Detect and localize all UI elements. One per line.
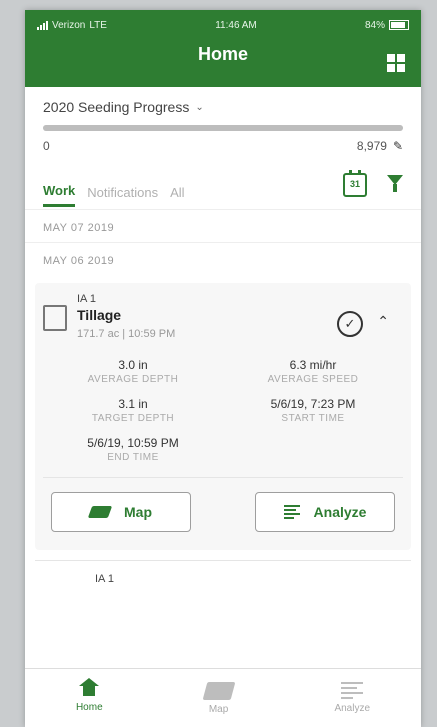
calendar-icon[interactable]: 31 (343, 170, 367, 197)
nav-map[interactable]: Map (202, 681, 235, 715)
map-button[interactable]: Map (51, 492, 191, 532)
phone-screen: Verizon LTE 11:46 AM 84% Home 2020 Seedi… (25, 10, 421, 727)
progress-max: 8,979 (356, 139, 387, 153)
bottom-nav: Home Map Analyze (25, 668, 421, 727)
nav-home[interactable]: Home (76, 677, 103, 713)
tab-work[interactable]: Work (43, 183, 76, 207)
field-name: IA 1 (95, 573, 114, 585)
stat-target-depth: 3.1 in TARGET DEPTH (91, 397, 175, 424)
operation-card-collapsed[interactable]: IA 1 (35, 560, 411, 585)
filter-icon[interactable] (387, 173, 403, 193)
operation-name: Tillage (77, 307, 122, 323)
field-name: IA 1 (77, 293, 96, 305)
edit-pencil-icon[interactable]: ✎ (393, 139, 403, 153)
tab-all[interactable]: All (170, 185, 184, 206)
analyze-icon (283, 505, 300, 519)
chevron-down-icon: ⌄ (195, 101, 204, 113)
analyze-button[interactable]: Analyze (255, 492, 395, 532)
carrier-label: Verizon (52, 19, 86, 31)
status-bar: Verizon LTE 11:46 AM 84% (25, 10, 421, 32)
clock: 11:46 AM (215, 19, 257, 31)
chevron-up-icon[interactable]: ⌃ (377, 313, 389, 330)
tab-notifications[interactable]: Notifications (87, 185, 158, 206)
tab-bar: Work Notifications All 31 (25, 153, 421, 209)
operation-card[interactable]: IA 1 Tillage 171.7 ac | 10:59 PM ✓ ⌃ 3.0… (35, 283, 411, 550)
top-app-bar: Verizon LTE 11:46 AM 84% Home (25, 10, 421, 87)
progress-min: 0 (43, 139, 50, 153)
stat-average-depth: 3.0 in AVERAGE DEPTH (87, 358, 179, 385)
date-header: MAY 06 2019 (25, 242, 421, 275)
progress-title: 2020 Seeding Progress (43, 99, 190, 115)
map-icon (202, 681, 235, 700)
operation-meta: 171.7 ac | 10:59 PM (77, 328, 176, 340)
page-title: Home (197, 44, 248, 64)
home-icon (79, 677, 100, 698)
map-icon (87, 506, 113, 518)
grid-icon[interactable] (387, 54, 405, 72)
progress-selector[interactable]: 2020 Seeding Progress ⌄ (43, 99, 403, 115)
map-button-label: Map (124, 504, 152, 520)
analyze-icon (341, 682, 364, 699)
stat-end-time: 5/6/19, 10:59 PM END TIME (87, 436, 179, 463)
battery-percent: 84% (364, 19, 385, 31)
field-boundary-icon (43, 305, 67, 331)
seeding-progress: 2020 Seeding Progress ⌄ 0 8,979 ✎ (25, 87, 421, 153)
stat-start-time: 5/6/19, 7:23 PM START TIME (270, 397, 356, 424)
signal-icon (37, 20, 48, 30)
nav-analyze[interactable]: Analyze (334, 682, 370, 714)
check-circle-icon[interactable]: ✓ (337, 311, 363, 337)
analyze-button-label: Analyze (313, 504, 367, 520)
stat-average-speed: 6.3 mi/hr AVERAGE SPEED (267, 358, 359, 385)
date-header: MAY 07 2019 (25, 209, 421, 242)
operation-stats: 3.0 in AVERAGE DEPTH 6.3 mi/hr AVERAGE S… (43, 358, 403, 478)
progress-fill (43, 125, 403, 131)
network-label: LTE (89, 19, 107, 31)
battery-icon (389, 20, 409, 30)
progress-bar (43, 125, 403, 131)
